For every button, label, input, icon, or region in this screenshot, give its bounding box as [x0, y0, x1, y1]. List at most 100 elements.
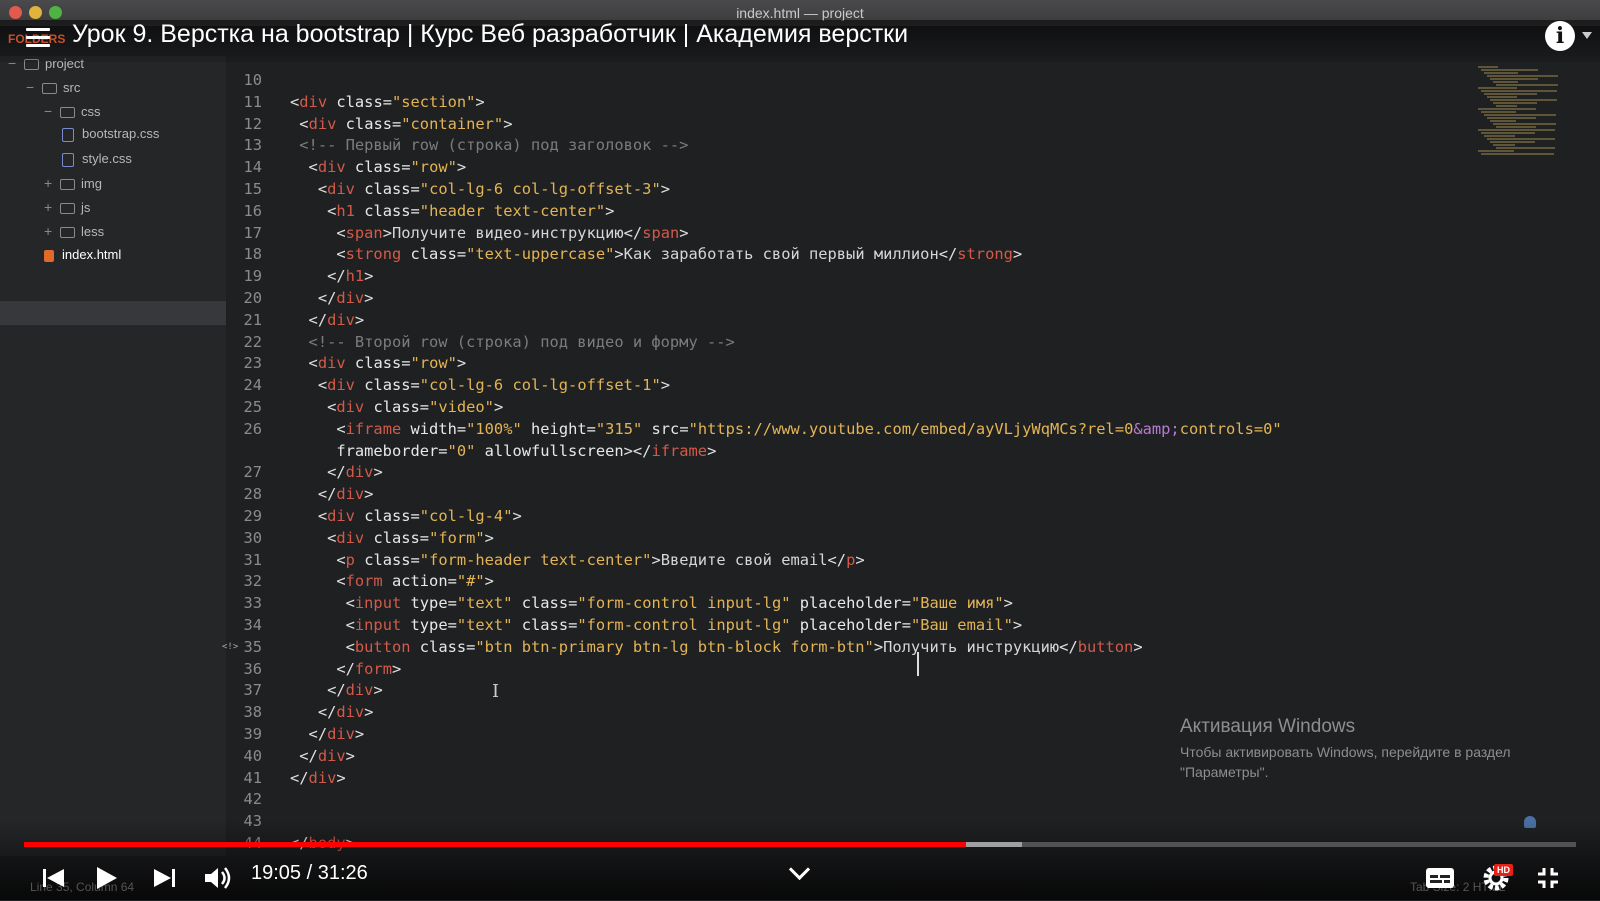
sidebar-item-index-html[interactable]: index.html: [44, 243, 121, 267]
video-title[interactable]: Урок 9. Верстка на bootstrap | Курс Веб …: [72, 20, 908, 49]
line-number: 12: [243, 114, 262, 133]
sidebar-item-label: src: [63, 80, 81, 95]
hd-badge: HD: [1494, 864, 1513, 876]
text-caret: [917, 652, 919, 676]
code-text: <div class="video">: [327, 398, 504, 416]
code-text: <div class="col-lg-4">: [317, 507, 522, 525]
code-text: <div class="row">: [308, 158, 467, 177]
line-number: 37: [243, 681, 262, 700]
line-number: 21: [243, 310, 262, 329]
skip-previous-icon[interactable]: [36, 860, 72, 896]
collapse-icon[interactable]: −: [26, 75, 38, 99]
line-number: 15: [243, 180, 262, 198]
code-text: frameborder="0" allowfullscreen></iframe…: [336, 441, 717, 460]
code-text: <div class="section">: [290, 92, 485, 111]
sidebar-item-bootstrap-css[interactable]: bootstrap.css: [62, 122, 159, 146]
collapse-icon[interactable]: −: [44, 99, 56, 123]
line-number: 23: [243, 354, 262, 373]
expand-icon[interactable]: +: [44, 171, 56, 195]
code-text: <span>Получите видео-инструкцию</span>: [336, 223, 689, 242]
line-number: 38: [243, 703, 262, 722]
folder-icon: [42, 83, 57, 95]
folder-icon: [60, 107, 75, 119]
time-display: 19:05 / 31:26: [251, 862, 368, 884]
line-number: 31: [243, 550, 262, 569]
sidebar-item-src[interactable]: − src: [26, 75, 80, 99]
line-number: 40: [243, 746, 262, 765]
skip-next-icon[interactable]: [146, 860, 182, 896]
line-number: 13: [243, 136, 262, 155]
sidebar-item-label: css: [81, 104, 101, 119]
code-text: <button class="btn btn-primary btn-lg bt…: [345, 637, 1143, 656]
line-number: 27: [243, 463, 262, 482]
line-number: 18: [243, 245, 262, 264]
code-text: </div>: [317, 289, 374, 307]
code-text: <h1 class="header text-center">: [327, 201, 615, 220]
code-editor[interactable]: 10 11 <div class="section"> 12 <div class="…: [222, 56, 1600, 856]
code-text: </div>: [317, 703, 374, 722]
volume-icon[interactable]: [200, 860, 236, 896]
code-text: <div class="col-lg-6 col-lg-offset-1">: [317, 376, 670, 395]
selected-row-highlight: [0, 301, 226, 325]
code-text: </div>: [327, 463, 383, 482]
expand-icon[interactable]: +: [44, 219, 56, 243]
folder-icon: [60, 203, 75, 215]
text-cursor-icon: I: [492, 681, 500, 702]
sidebar-item-label: js: [81, 200, 91, 215]
code-text: <input type="text" class="form-control i…: [345, 594, 1013, 613]
line-number: 24: [243, 376, 262, 395]
play-icon[interactable]: [88, 860, 124, 896]
line-number: 39: [243, 725, 262, 743]
sidebar-item-less[interactable]: + less: [44, 219, 104, 243]
line-number: 30: [243, 528, 262, 547]
line-number: 20: [243, 289, 262, 307]
code-text: </div>: [290, 768, 346, 787]
line-number: 36: [243, 659, 262, 678]
sidebar-item-label: img: [81, 176, 102, 191]
line-number: 26: [243, 419, 262, 438]
code-text: <p class="form-header text-center">Введи…: [336, 550, 865, 569]
exit-fullscreen-icon[interactable]: [1530, 860, 1566, 896]
chevron-down-icon[interactable]: [1582, 32, 1592, 39]
line-number: 10: [243, 71, 262, 89]
sidebar-item-js[interactable]: + js: [44, 195, 90, 219]
code-text: <form action="#">: [336, 572, 494, 591]
code-text: <input type="text" class="form-control i…: [345, 616, 1023, 634]
line-number: 16: [243, 201, 262, 220]
folder-icon: [60, 179, 75, 191]
code-text: </div>: [317, 485, 374, 504]
windows-activation-title: Активация Windows: [1180, 716, 1356, 737]
line-number: 25: [243, 398, 262, 416]
windows-activation-text: Чтобы активировать Windows, перейдите в …: [1180, 744, 1511, 780]
code-text: </form>: [336, 659, 402, 678]
code-text: <div class="form">: [327, 528, 494, 547]
info-icon[interactable]: i: [1545, 21, 1575, 51]
sidebar-item-label: style.css: [82, 151, 132, 166]
line-number: 34: [243, 616, 262, 634]
code-text: <div class="col-lg-6 col-lg-offset-3">: [317, 180, 670, 198]
line-number: 28: [243, 485, 262, 504]
sidebar-item-style-css[interactable]: style.css: [62, 147, 132, 171]
code-text: </h1>: [327, 267, 374, 286]
code-text: <iframe width="100%" height="315" src="h…: [336, 419, 1282, 438]
expand-icon[interactable]: +: [44, 195, 56, 219]
video-progress-bar[interactable]: [24, 842, 1576, 847]
code-text: </div>: [308, 725, 365, 743]
progress-played: [24, 842, 967, 847]
folder-icon: [60, 227, 75, 239]
line-number: 22: [243, 332, 262, 351]
sidebar-item-label: index.html: [62, 247, 122, 262]
code-minimap[interactable]: [1478, 66, 1578, 166]
line-number: 17: [243, 223, 262, 242]
line-number: 41: [243, 768, 262, 787]
sidebar-item-img[interactable]: + img: [44, 171, 102, 195]
line-number: 19: [243, 267, 262, 286]
sidebar-item-css[interactable]: − css: [44, 99, 101, 123]
menu-icon[interactable]: [26, 28, 50, 48]
code-text: <!-- Первый row (строка) под заголовок -…: [299, 136, 689, 155]
code-text: <strong class="text-uppercase">Как зараб…: [336, 245, 1023, 264]
html-file-icon: [44, 249, 54, 262]
code-text: <div class="row">: [308, 354, 467, 373]
line-number: 11: [243, 92, 262, 111]
subtitles-icon[interactable]: [1422, 860, 1458, 896]
